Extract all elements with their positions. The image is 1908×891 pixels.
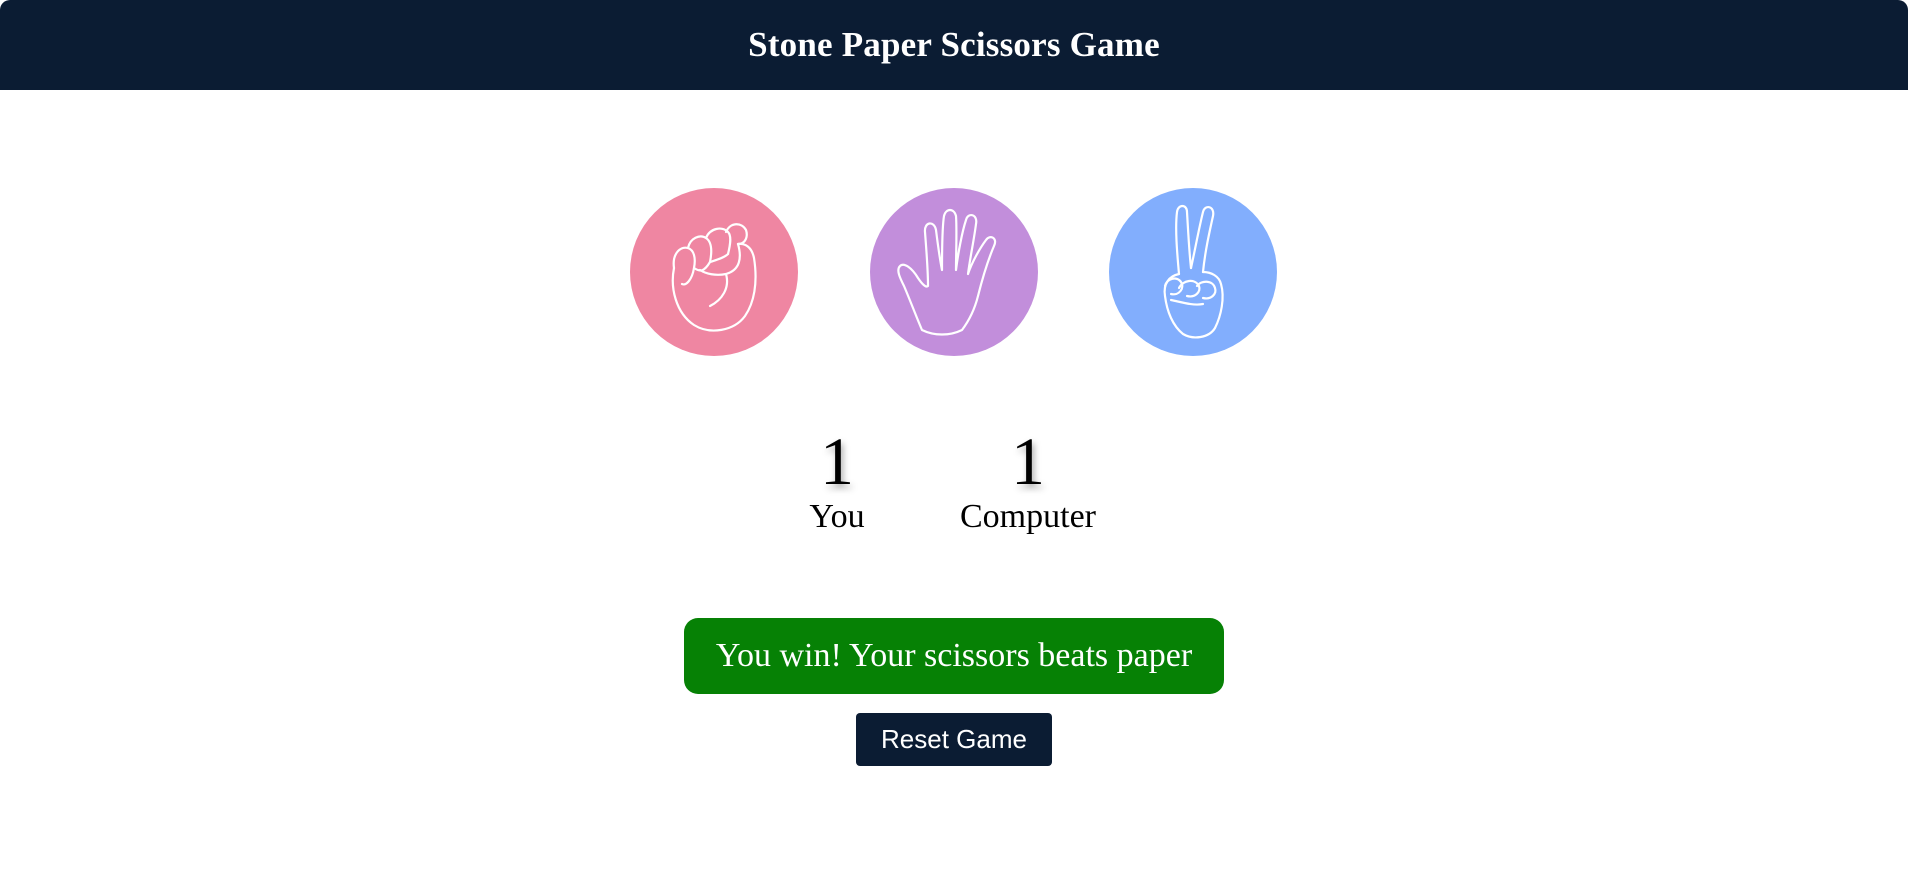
- paper-choice[interactable]: [870, 188, 1038, 356]
- computer-score: 1: [1011, 423, 1045, 499]
- scissors-choice[interactable]: [1109, 188, 1277, 356]
- computer-score-label: Computer: [960, 498, 1096, 535]
- game-page: Stone Paper Scissors Game 1 You 1 Comput…: [0, 0, 1908, 891]
- peace-hand-icon: [1163, 204, 1224, 339]
- header-bar: Stone Paper Scissors Game: [0, 0, 1908, 90]
- user-score-label: You: [809, 498, 865, 535]
- page-title: Stone Paper Scissors Game: [748, 25, 1160, 64]
- reset-game-button[interactable]: Reset Game: [856, 713, 1052, 766]
- open-hand-icon: [897, 208, 997, 336]
- computer-score-block: 1 Computer: [928, 425, 1128, 537]
- fist-icon: [671, 223, 757, 332]
- user-score-block: 1 You: [737, 425, 937, 537]
- user-score: 1: [820, 423, 854, 499]
- stone-choice[interactable]: [630, 188, 798, 356]
- result-message: You win! Your scissors beats paper: [684, 618, 1224, 694]
